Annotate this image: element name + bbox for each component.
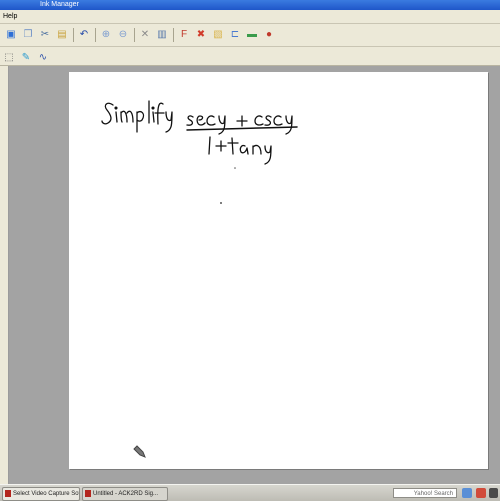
taskbar-item-untitled[interactable]: Untitled - ACK2RD Sig... <box>82 487 168 501</box>
zoom-in-button[interactable]: ⊕ <box>99 27 113 42</box>
x-icon: ✕ <box>140 28 150 40</box>
copy-button[interactable]: ❐ <box>21 27 35 42</box>
toolbar-separator <box>134 28 135 42</box>
ink-simplify-word <box>101 100 173 133</box>
toolbar-separator <box>73 28 74 42</box>
window-title: Ink Manager <box>40 1 79 8</box>
main-toolbar: ▣ ❐ ✂ ▤ ↶ ⊕ ⊖ ✕ ▥ F ✖ ▧ ⊏ ▬ ● <box>0 24 500 47</box>
select-icon: ⬚ <box>4 51 14 63</box>
undo-button[interactable]: ↶ <box>77 27 91 42</box>
format-button[interactable]: F <box>177 27 191 42</box>
record-button[interactable]: ● <box>262 27 276 42</box>
record-icon: ● <box>265 28 273 40</box>
floppy-icon: ▣ <box>6 28 16 40</box>
scissors-icon: ✂ <box>40 28 50 40</box>
tools-button[interactable]: ✖ <box>194 27 208 42</box>
left-panel <box>0 66 9 484</box>
ink-canvas-page[interactable] <box>69 72 488 469</box>
zoom-in-icon: ⊕ <box>101 28 111 40</box>
pen-button[interactable]: ✎ <box>19 50 33 65</box>
toolbar-separator <box>95 28 96 42</box>
tray-network-icon[interactable] <box>462 488 472 498</box>
undo-icon: ↶ <box>79 28 89 40</box>
zoom-out-icon: ⊖ <box>118 28 128 40</box>
save-button[interactable]: ▣ <box>4 27 18 42</box>
screen-button[interactable]: ▬ <box>245 27 259 42</box>
ink-toolbar: ⬚ ✎ ∿ <box>0 47 500 66</box>
page-icon: ▥ <box>157 28 167 40</box>
ink-strokes <box>101 100 298 458</box>
link-icon: ⊏ <box>230 28 240 40</box>
copy-icon: ❐ <box>23 28 33 40</box>
select-button[interactable]: ⬚ <box>2 50 16 65</box>
pen-cursor-icon <box>133 445 146 458</box>
taskbar-item-video-capture[interactable]: Select Video Capture Sof... <box>2 487 80 501</box>
lasso-button[interactable]: ∿ <box>36 50 50 65</box>
app-icon <box>85 490 91 497</box>
ink-fraction-bar <box>186 126 298 131</box>
window-titlebar: Ink Manager <box>0 0 500 10</box>
delete-button[interactable]: ✕ <box>138 27 152 42</box>
search-input[interactable]: Yahoo! Search <box>393 488 457 498</box>
app-icon <box>5 490 11 497</box>
menu-bar: Help <box>0 10 500 24</box>
screen-icon: ▬ <box>247 28 257 40</box>
link-button[interactable]: ⊏ <box>228 27 242 42</box>
page-button[interactable]: ▥ <box>155 27 169 42</box>
ink-denominator <box>208 136 272 165</box>
tray-security-icon[interactable] <box>476 488 486 498</box>
image-icon: ▧ <box>213 28 223 40</box>
paste-button[interactable]: ▤ <box>55 27 69 42</box>
zoom-out-button[interactable]: ⊖ <box>116 27 130 42</box>
tray-volume-icon[interactable] <box>489 488 498 498</box>
f-icon: F <box>180 28 188 40</box>
ink-numerator <box>186 115 293 135</box>
cross-icon: ✖ <box>196 28 206 40</box>
menu-help[interactable]: Help <box>3 10 17 23</box>
clipboard-icon: ▤ <box>57 28 67 40</box>
cut-button[interactable]: ✂ <box>38 27 52 42</box>
toolbar-separator <box>173 28 174 42</box>
windows-taskbar: Select Video Capture Sof... Untitled - A… <box>0 484 500 501</box>
pen-icon: ✎ <box>21 51 31 63</box>
image-button[interactable]: ▧ <box>211 27 225 42</box>
lasso-icon: ∿ <box>38 51 48 63</box>
